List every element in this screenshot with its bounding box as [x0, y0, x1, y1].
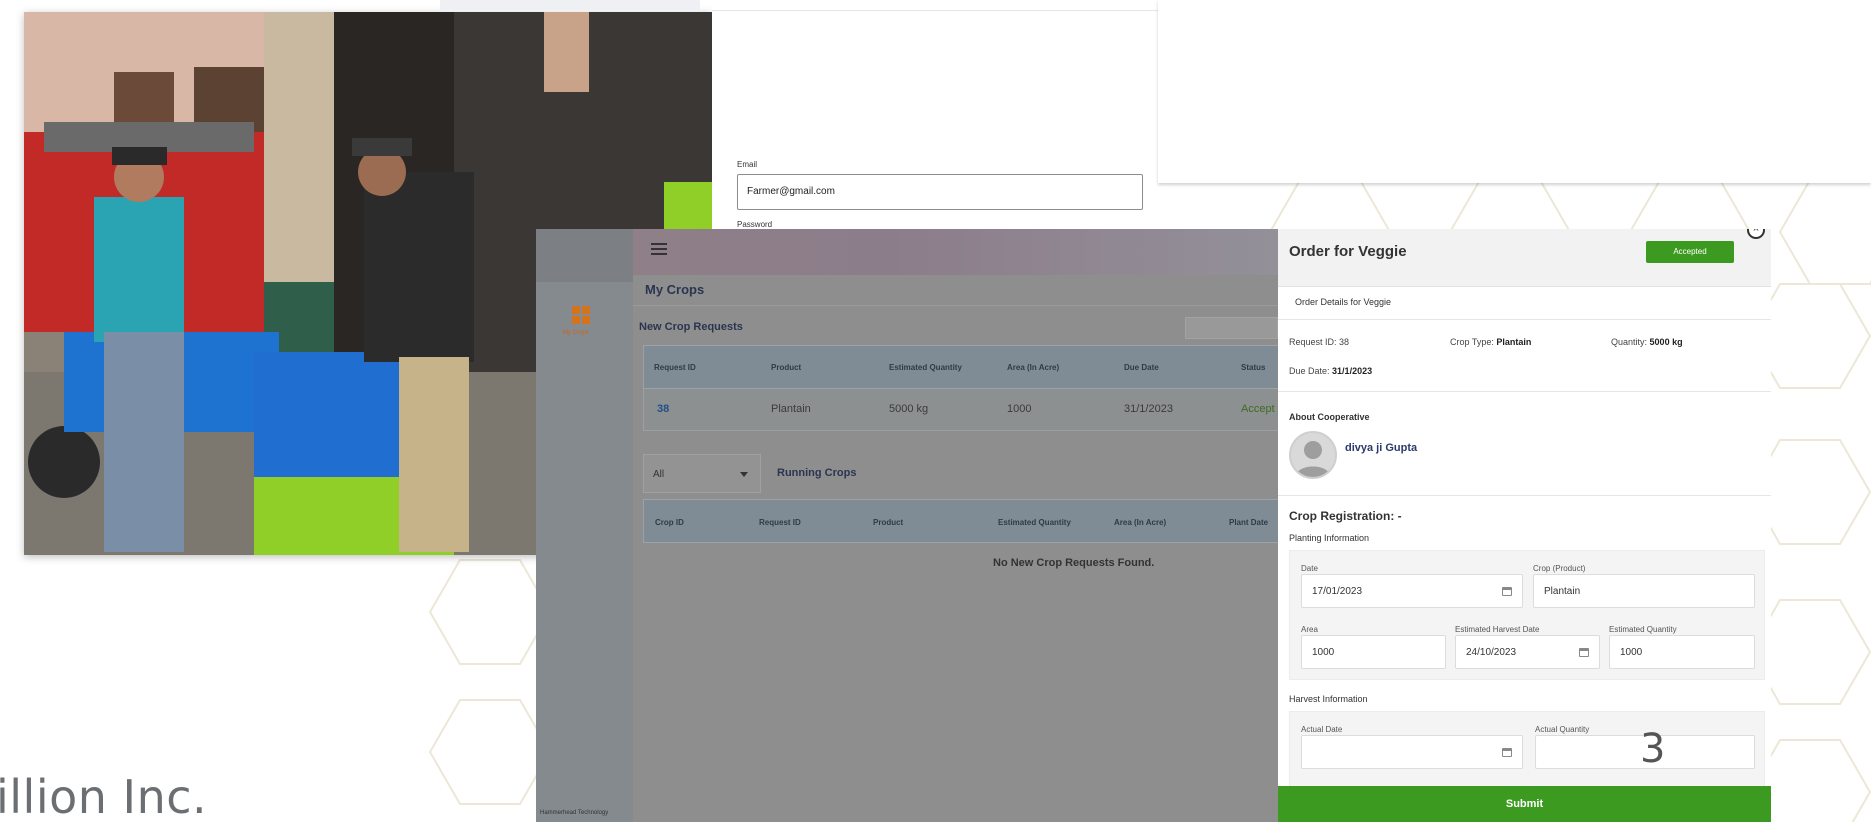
- due-date-info: Due Date: 31/1/2023: [1289, 366, 1373, 376]
- quantity-info: Quantity: 5000 kg: [1611, 337, 1683, 347]
- column-header: Estimated Quantity: [889, 363, 962, 372]
- column-header: Estimated Quantity: [998, 518, 1071, 527]
- quantity-cell: 5000 kg: [889, 403, 929, 415]
- password-label: Password: [737, 220, 773, 229]
- requests-table-header: Request ID Product Estimated Quantity Ar…: [643, 345, 1278, 389]
- email-label: Email: [737, 160, 758, 169]
- product-cell: Plantain: [771, 403, 811, 415]
- app-window: My Crops Hammerhead Technology My Crops …: [536, 229, 1278, 822]
- column-header: Plant Date: [1229, 518, 1269, 527]
- page-title: My Crops: [645, 282, 705, 297]
- estimated-quantity-field[interactable]: 1000: [1609, 635, 1755, 669]
- sidebar-footer: Hammerhead Technology: [540, 810, 609, 816]
- new-crop-requests-title: New Crop Requests: [639, 321, 743, 333]
- sidebar-item-my-crops[interactable]: My Crops: [563, 330, 589, 336]
- status-cell: Accept: [1241, 403, 1275, 415]
- crop-registration-heading: Crop Registration: -: [1289, 509, 1402, 523]
- submit-button[interactable]: Submit: [1278, 786, 1771, 822]
- app-header: [633, 229, 1278, 275]
- avatar: [1289, 431, 1337, 479]
- column-header: Product: [771, 363, 802, 372]
- status-badge: Accepted: [1646, 241, 1734, 263]
- column-header: Product: [873, 518, 904, 527]
- request-id-info: Request ID: 38: [1289, 337, 1350, 347]
- planting-info-section: Date 17/01/2023 Crop (Product) Plantain …: [1289, 550, 1765, 680]
- harvest-info-section: Actual Date Actual Quantity: [1289, 711, 1765, 791]
- divider: [1278, 391, 1771, 392]
- blank-panel: [1158, 0, 1871, 183]
- crop-product-field[interactable]: Plantain: [1533, 574, 1755, 608]
- order-dialog: Order for Veggie Accepted × Order Detail…: [1278, 229, 1771, 822]
- divider: [633, 305, 1278, 306]
- harvest-date-field[interactable]: 24/10/2023: [1455, 635, 1600, 669]
- area-label: Area: [1301, 625, 1318, 634]
- divider: [712, 10, 1158, 11]
- planting-info-heading: Planting Information: [1289, 533, 1370, 543]
- cooperative-name[interactable]: divya ji Gupta: [1345, 441, 1425, 455]
- actual-date-label: Actual Date: [1301, 725, 1343, 734]
- dialog-title: Order for Veggie: [1289, 243, 1407, 260]
- column-header: Due Date: [1124, 363, 1159, 372]
- column-header: Area (In Acre): [1007, 363, 1060, 372]
- due-date-cell: 31/1/2023: [1124, 403, 1173, 415]
- empty-state-message: No New Crop Requests Found.: [993, 557, 1155, 569]
- estimated-quantity-label: Estimated Quantity: [1609, 625, 1677, 634]
- date-label: Date: [1301, 564, 1318, 573]
- calendar-icon[interactable]: [1502, 748, 1512, 757]
- column-header: Status: [1241, 363, 1266, 372]
- main-content: My Crops New Crop Requests Request ID Pr…: [633, 229, 1278, 822]
- calendar-icon[interactable]: [1502, 587, 1512, 596]
- harvest-date-label: Estimated Harvest Date: [1455, 625, 1540, 634]
- area-field[interactable]: 1000: [1301, 635, 1446, 669]
- actual-quantity-label: Actual Quantity: [1535, 725, 1590, 734]
- request-id-link[interactable]: 38: [657, 403, 669, 415]
- header-strip: [440, 0, 700, 10]
- filter-value: All: [653, 469, 665, 480]
- crop-product-label: Crop (Product): [1533, 564, 1586, 573]
- column-header: Request ID: [654, 363, 696, 372]
- calendar-icon[interactable]: [1579, 648, 1589, 657]
- divider: [1278, 495, 1771, 496]
- about-cooperative-heading: About Cooperative: [1289, 412, 1370, 422]
- email-field[interactable]: Farmer@gmail.com: [737, 174, 1143, 210]
- divider: [1278, 319, 1771, 320]
- dialog-subtitle: Order Details for Veggie: [1295, 297, 1392, 307]
- sidebar: My Crops Hammerhead Technology: [536, 229, 633, 822]
- dialog-header: Order for Veggie Accepted: [1278, 229, 1771, 287]
- chevron-down-icon: [740, 472, 748, 477]
- area-cell: 1000: [1007, 403, 1032, 415]
- page-number: 3: [1640, 726, 1666, 772]
- user-icon: [1295, 441, 1331, 477]
- hamburger-menu-icon[interactable]: [651, 243, 667, 255]
- company-name: illion Inc.: [0, 770, 208, 822]
- running-table-header: Crop ID Request ID Product Estimated Qua…: [643, 499, 1278, 543]
- actual-date-field[interactable]: [1301, 735, 1523, 769]
- harvest-info-heading: Harvest Information: [1289, 694, 1368, 704]
- running-crops-title: Running Crops: [777, 467, 857, 479]
- filter-dropdown[interactable]: All: [643, 454, 761, 493]
- search-input[interactable]: [1185, 317, 1278, 339]
- column-header: Area (In Acre): [1114, 518, 1167, 527]
- table-row[interactable]: 38 Plantain 5000 kg 1000 31/1/2023 Accep…: [643, 389, 1278, 431]
- column-header: Request ID: [759, 518, 801, 527]
- login-form: Email Farmer@gmail.com Password: [440, 0, 1158, 240]
- sidebar-header: [536, 229, 633, 282]
- column-header: Crop ID: [655, 518, 684, 527]
- slide: illion Inc. Email Farmer@gmail.com Passw…: [0, 0, 1871, 822]
- planting-date-field[interactable]: 17/01/2023: [1301, 574, 1523, 608]
- dashboard-icon[interactable]: [572, 306, 590, 324]
- crop-type-info: Crop Type: Plantain: [1450, 337, 1532, 347]
